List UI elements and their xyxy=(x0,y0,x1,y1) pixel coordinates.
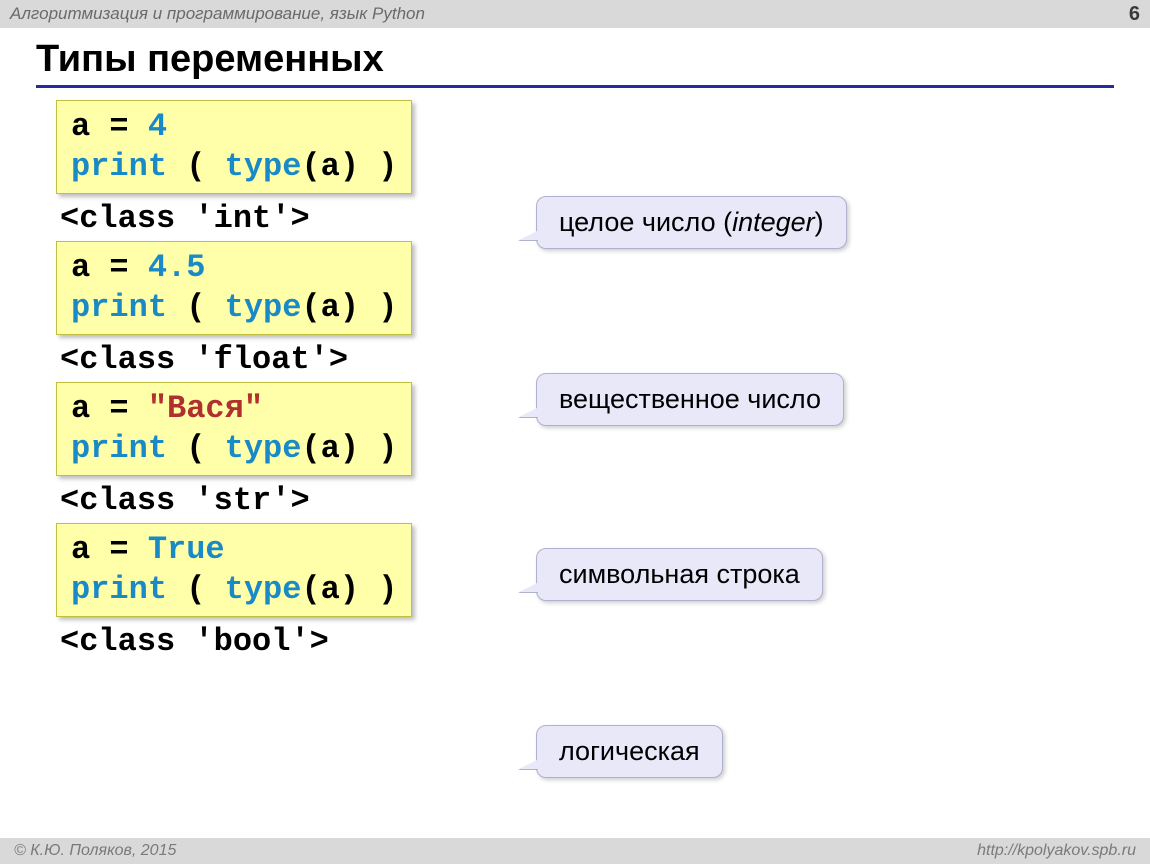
code-assign: a = 4.5 xyxy=(71,248,397,288)
footer-copyright: © К.Ю. Поляков, 2015 xyxy=(14,842,176,860)
code-output: <class 'bool'> xyxy=(56,621,1150,664)
slide-title: Типы переменных xyxy=(0,28,1150,85)
code-box: a = "Вася"print ( type(a) ) xyxy=(56,382,412,476)
code-box: a = 4.5print ( type(a) ) xyxy=(56,241,412,335)
code-assign: a = True xyxy=(71,530,397,570)
code-print: print ( type(a) ) xyxy=(71,570,397,610)
callout: целое число (integer) xyxy=(536,196,847,249)
footer-url: http://kpolyakov.spb.ru xyxy=(977,842,1136,860)
callout: символьная строка xyxy=(536,548,823,601)
callout: вещественное число xyxy=(536,373,844,426)
type-block-1: a = 4.5print ( type(a) )<class 'float'> xyxy=(56,241,1150,382)
page-number: 6 xyxy=(1129,3,1140,26)
code-print: print ( type(a) ) xyxy=(71,288,397,328)
header-bar: Алгоритмизация и программирование, язык … xyxy=(0,0,1150,28)
code-print: print ( type(a) ) xyxy=(71,147,397,187)
code-box: a = Trueprint ( type(a) ) xyxy=(56,523,412,617)
code-assign: a = "Вася" xyxy=(71,389,397,429)
title-rule xyxy=(36,85,1114,88)
code-box: a = 4print ( type(a) ) xyxy=(56,100,412,194)
code-assign: a = 4 xyxy=(71,107,397,147)
code-output: <class 'str'> xyxy=(56,480,1150,523)
footer-bar: © К.Ю. Поляков, 2015 http://kpolyakov.sp… xyxy=(0,838,1150,864)
callout: логическая xyxy=(536,725,723,778)
header-title: Алгоритмизация и программирование, язык … xyxy=(10,4,425,24)
code-print: print ( type(a) ) xyxy=(71,429,397,469)
